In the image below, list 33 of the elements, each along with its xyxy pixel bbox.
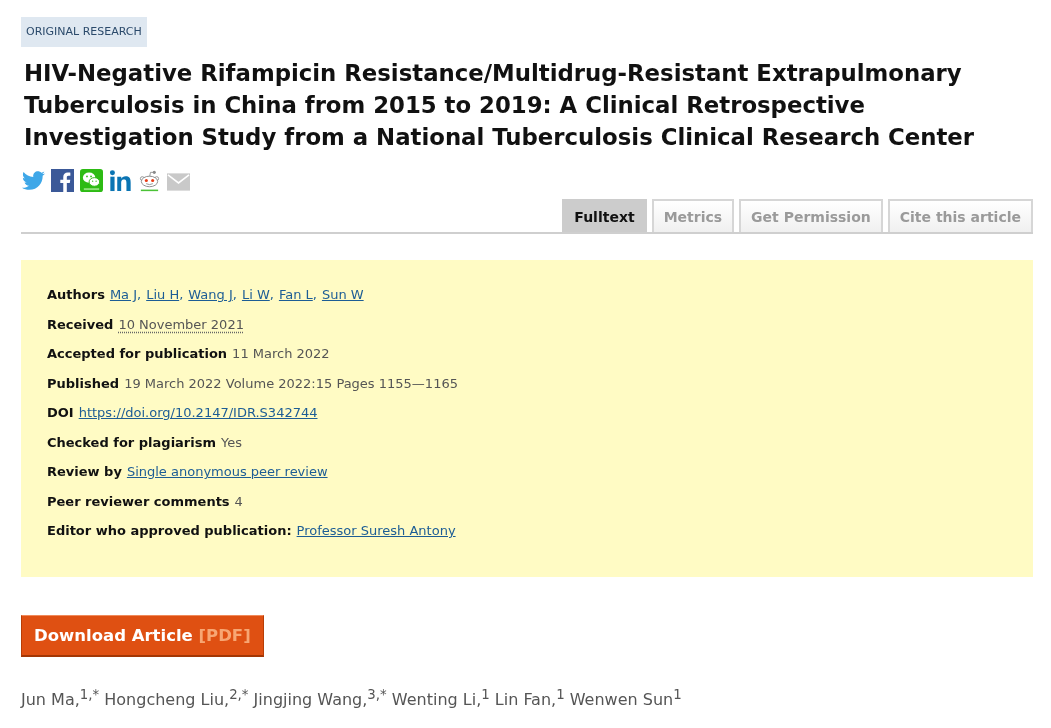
detail-label: Accepted for publication — [47, 345, 228, 363]
detail-link[interactable]: Professor Suresh Antony — [296, 516, 456, 546]
detail-label: Peer reviewer comments — [47, 492, 230, 511]
author-link[interactable]: Li W, — [241, 280, 274, 310]
detail-value: 19 March 2022 Volume 2022:15 Pages 1155—1165 — [124, 374, 458, 393]
detail-link[interactable]: Single anonymous peer review — [126, 457, 328, 487]
author-link[interactable]: Liu H, — [146, 280, 184, 310]
detail-label: Checked for plagiarism — [47, 433, 216, 452]
article-title: HIV-Negative Rifampicin Resistance/Multidrug-Resistant Extrapulmonary Tuberculosis in China from 2015 to 2019: A Clinical Retrospective Investigation Study from a National Tuberculosis Clinical Research Center — [24, 59, 976, 152]
detail-value: 10 November 2021 — [118, 315, 244, 334]
author-link[interactable]: Fan L, — [278, 280, 317, 310]
detail-value: 4 — [234, 492, 243, 511]
detail-label: Review by — [47, 463, 122, 481]
detail-label: Authors — [47, 286, 105, 304]
author-link[interactable]: Wang J, — [188, 280, 237, 310]
download-article-button[interactable]: Download Article [PDF] — [21, 614, 264, 657]
detail-label: Received — [47, 315, 114, 334]
author-link[interactable]: Ma J, — [109, 280, 142, 310]
twitter-icon[interactable] — [22, 168, 45, 192]
detail-value: Yes — [221, 433, 242, 452]
tab[interactable]: Fulltext — [562, 199, 647, 232]
detail-value: 11 March 2022 — [232, 345, 330, 363]
detail-link[interactable]: https://doi.org/10.2147/IDR.S342744 — [78, 398, 318, 428]
author-byline: Jun Ma,$^{1,*}$ Hongcheng Liu,$^{2,*}$ Jingjing Wang,$^{3,*}$ Wenting Li,$^{1}$ Lin Fan,$^{1}$ Wenwen Sun$^{1}$ — [21, 685, 683, 711]
detail-label: Editor who approved publication: — [47, 522, 292, 540]
linkedin-icon[interactable] — [109, 168, 132, 192]
author-link[interactable]: Sun W — [321, 280, 364, 310]
article-type-badge: ORIGINAL RESEARCH — [21, 17, 147, 47]
reddit-icon[interactable] — [138, 168, 161, 192]
facebook-icon[interactable] — [51, 168, 74, 192]
detail-label: Published — [47, 374, 120, 393]
wechat-icon[interactable] — [80, 168, 103, 192]
detail-label: DOI — [47, 404, 74, 422]
